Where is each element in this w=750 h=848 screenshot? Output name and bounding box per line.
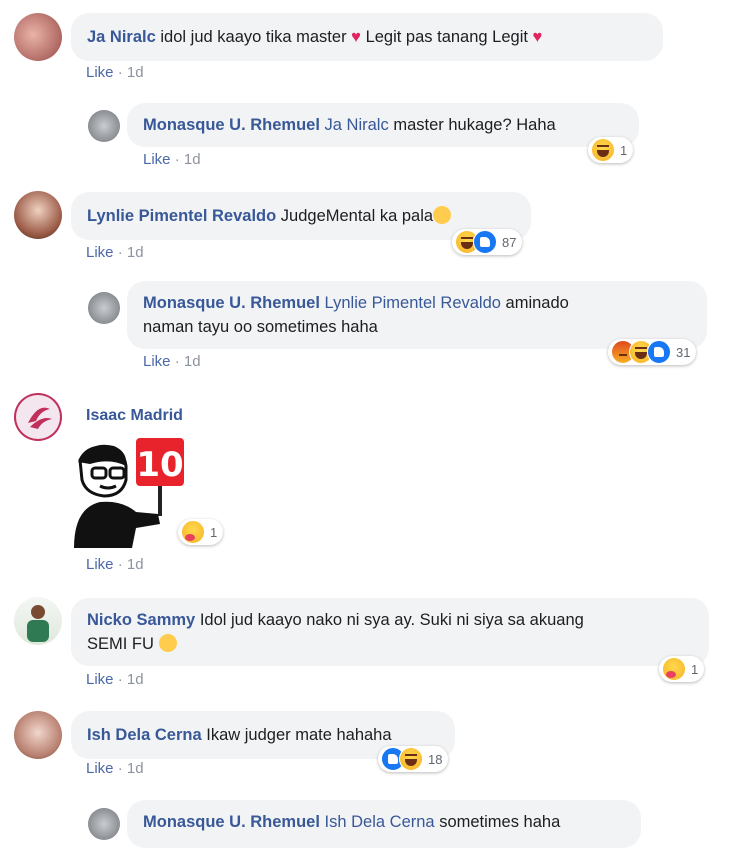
reaction-summary[interactable]: 1 [588, 137, 634, 163]
separator: · [117, 760, 123, 777]
like-reaction-icon [473, 230, 497, 254]
timestamp[interactable]: 1d [127, 760, 144, 777]
comment-bubble: Monasque U. Rhemuel Ja Niralc master huk… [127, 103, 639, 147]
like-link[interactable]: Like [86, 64, 114, 81]
haha-reaction-icon [399, 747, 423, 771]
like-link[interactable]: Like [143, 353, 171, 370]
timestamp[interactable]: 1d [127, 64, 144, 81]
reaction-summary[interactable]: 18 [378, 746, 449, 772]
mention-link[interactable]: Lynlie Pimentel Revaldo [325, 294, 501, 312]
comment-text: aminado [505, 294, 569, 312]
grin-emoji-icon [433, 206, 452, 224]
care-reaction-icon [181, 520, 205, 544]
comment-text: SEMI FU [87, 635, 154, 653]
person-photo [27, 605, 49, 642]
commenter-name[interactable]: Lynlie Pimentel Revaldo [87, 207, 276, 225]
reaction-count: 18 [428, 751, 443, 767]
like-link[interactable]: Like [86, 556, 114, 573]
reaction-summary[interactable]: 87 [452, 229, 523, 255]
comment-text: idol jud kaayo tika master [160, 28, 347, 46]
timestamp[interactable]: 1d [127, 556, 144, 573]
comment-bubble: Ja Niralc idol jud kaayo tika master ♥ L… [71, 13, 663, 61]
commenter-name[interactable]: Monasque U. Rhemuel [143, 294, 320, 312]
comment-meta: Like · 1d [143, 353, 201, 370]
like-link[interactable]: Like [143, 151, 171, 168]
comment-text: master hukage? Haha [393, 116, 556, 134]
heart-icon: ♥ [532, 28, 543, 46]
timestamp[interactable]: 1d [127, 244, 144, 261]
commenter-name[interactable]: Monasque U. Rhemuel [143, 116, 320, 134]
mention-link[interactable]: Ish Dela Cerna [325, 813, 435, 831]
timestamp[interactable]: 1d [127, 671, 144, 688]
comment-text: naman tayu oo sometimes haha [143, 318, 378, 336]
comment-bubble: Nicko Sammy Idol jud kaayo nako ni sya a… [71, 598, 709, 666]
avatar[interactable] [14, 393, 62, 441]
avatar[interactable] [14, 13, 62, 61]
reaction-count: 1 [620, 142, 628, 158]
reaction-count: 87 [502, 234, 517, 250]
commenter-name[interactable]: Nicko Sammy [87, 611, 195, 629]
reaction-summary[interactable]: 1 [178, 519, 224, 545]
avatar[interactable] [14, 711, 62, 759]
commenter-name[interactable]: Ja Niralc [87, 28, 156, 46]
avatar[interactable] [14, 597, 62, 645]
comment-text: JudgeMental ka pala [280, 207, 434, 225]
rofl-emoji-icon [158, 634, 177, 652]
timestamp[interactable]: 1d [184, 353, 201, 370]
heart-icon: ♥ [351, 28, 361, 46]
sticker-label: 10 [136, 445, 183, 485]
care-reaction-icon [662, 657, 686, 681]
comment-text: sometimes haha [439, 813, 561, 831]
comment-text: Legit pas tanang Legit [365, 28, 528, 46]
avatar[interactable] [88, 808, 120, 840]
haha-reaction-icon [591, 138, 615, 162]
reaction-count: 1 [691, 661, 699, 677]
avatar[interactable] [14, 191, 62, 239]
logo-icon [28, 407, 52, 429]
comment-meta: Like · 1d [86, 760, 144, 777]
comment-text: Ikaw judger mate hahaha [206, 726, 392, 744]
comment-meta: Like · 1d [86, 244, 144, 261]
comment-bubble: Monasque U. Rhemuel Ish Dela Cerna somet… [127, 800, 641, 848]
sticker-image[interactable]: 10 [70, 436, 190, 551]
comment-text: Idol jud kaayo nako ni sya ay. Suki ni s… [199, 611, 584, 629]
separator: · [117, 244, 123, 261]
like-link[interactable]: Like [86, 671, 114, 688]
comment-meta: Like · 1d [143, 151, 201, 168]
separator: · [117, 64, 123, 81]
commenter-name[interactable]: Monasque U. Rhemuel [143, 813, 320, 831]
commenter-name[interactable]: Isaac Madrid [86, 407, 183, 425]
reaction-summary[interactable]: 1 [659, 656, 705, 682]
separator: · [117, 556, 123, 573]
separator: · [174, 151, 180, 168]
reaction-count: 31 [676, 344, 691, 360]
avatar[interactable] [88, 292, 120, 324]
comment-meta: Like · 1d [86, 671, 144, 688]
separator: · [174, 353, 180, 370]
like-link[interactable]: Like [86, 760, 114, 777]
like-link[interactable]: Like [86, 244, 114, 261]
timestamp[interactable]: 1d [184, 151, 201, 168]
avatar[interactable] [88, 110, 120, 142]
comment-meta: Like · 1d [86, 64, 144, 81]
separator: · [117, 671, 123, 688]
like-reaction-icon [647, 340, 671, 364]
comment-meta: Like · 1d [86, 556, 144, 573]
reaction-summary[interactable]: 31 [608, 339, 697, 365]
mention-link[interactable]: Ja Niralc [325, 116, 389, 134]
reaction-count: 1 [210, 524, 218, 540]
commenter-name[interactable]: Ish Dela Cerna [87, 726, 202, 744]
